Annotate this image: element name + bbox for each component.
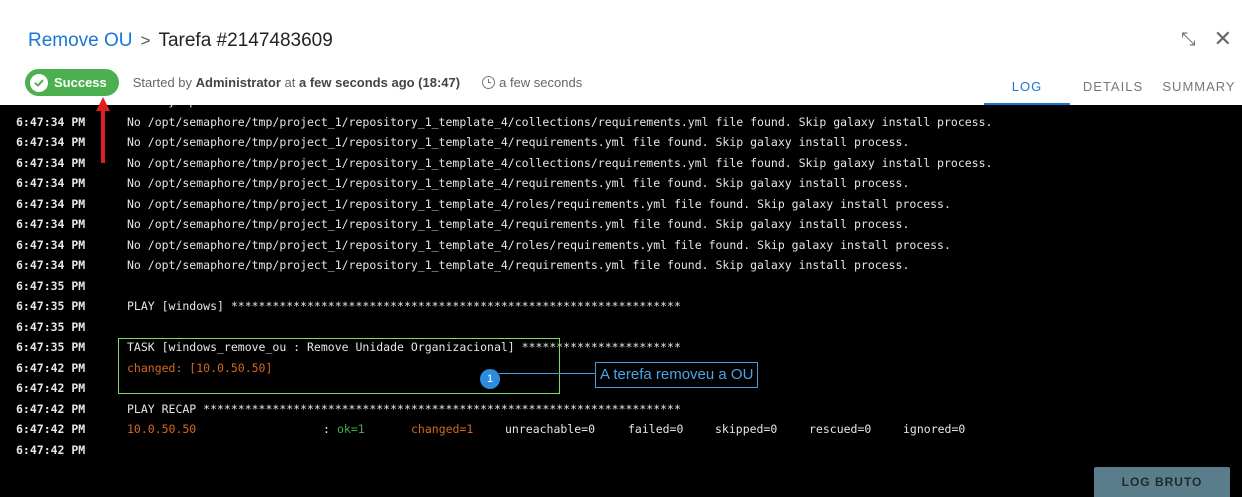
status-badge-label: Success: [54, 75, 107, 90]
log-timestamp: 6:47:34 PM: [16, 135, 86, 149]
log-timestamp: 6:47:34 PM: [16, 155, 86, 170]
log-line: 6:47:34 PM No /opt/semaphore/tmp/project_…: [0, 255, 1242, 276]
recap-host: 10.0.50.50: [127, 422, 197, 436]
tab-details[interactable]: DETAILS: [1070, 68, 1156, 105]
template-link[interactable]: Remove OU: [28, 30, 133, 52]
log-message: No /opt/semaphore/tmp/project_1/reposito…: [127, 135, 910, 149]
log-message: No /opt/semaphore/tmp/project_1/reposito…: [127, 155, 993, 170]
recap-ok: ok=1: [337, 422, 365, 436]
close-icon[interactable]: ✕: [1214, 28, 1232, 50]
log-message: No /opt/semaphore/tmp/project_1/reposito…: [127, 114, 993, 129]
log-line: 6:47:42 PM: [0, 440, 1242, 461]
callout-label: A terefa removeu a OU: [595, 362, 759, 388]
started-prefix: Started by: [132, 75, 193, 90]
tab-log[interactable]: LOG: [984, 68, 1070, 105]
log-timestamp: 6:47:42 PM: [16, 442, 86, 457]
task-status-row: Success Started by Administrator at a fe…: [25, 69, 582, 96]
log-message: No /opt/semaphore/tmp/project_1/reposito…: [127, 196, 951, 211]
log-timestamp: 6:47:35 PM: [16, 319, 86, 334]
log-line: 6:47:34 PM No /opt/semaphore/tmp/project_…: [0, 214, 1242, 235]
log-timestamp: 6:47:35 PM: [16, 278, 86, 293]
window-controls: ⤡ ✕: [1181, 28, 1232, 50]
callout-number-badge: 1: [480, 369, 500, 389]
log-line: 6:47:42 PM PLAY RECAP *******************…: [0, 399, 1242, 420]
recap-separator: :: [323, 422, 330, 436]
log-timestamp: 6:47:34 PM: [16, 258, 86, 272]
recap-stats: 10.0.50.50: ok=1 changed=1 unreachable=0 fai…: [127, 419, 965, 440]
duration-info: a few seconds: [482, 75, 582, 90]
duration-text: a few seconds: [499, 75, 583, 90]
log-line: 6:47:34 PM No /opt/semaphore/tmp/project_…: [0, 235, 1242, 256]
recap-ignored: ignored=0: [903, 422, 966, 436]
recap-rescued: rescued=0: [809, 422, 872, 436]
recap-changed: changed=1: [411, 422, 474, 436]
clock-icon: [482, 76, 496, 89]
red-arrow-annotation: [96, 97, 110, 163]
log-line: 6:47:34 PM No /opt/semaphore/tmp/project_…: [0, 132, 1242, 153]
page-title: Remove OU > Tarefa #2147483609: [28, 30, 333, 52]
log-message: PLAY RECAP *****************************…: [127, 401, 681, 416]
log-timestamp: 6:47:35 PM: [16, 340, 86, 354]
log-timestamp: 6:47:35 PM: [16, 299, 86, 313]
log-lines: 6:47:34 PMAlready up to date.6:47:34 PMN…: [0, 105, 1242, 460]
log-timestamp: 6:47:42 PM: [16, 422, 86, 436]
check-icon: [30, 73, 48, 92]
raw-log-button[interactable]: LOG BRUTO: [1094, 467, 1230, 497]
started-at: at: [284, 75, 296, 90]
tab-summary[interactable]: SUMMARY: [1156, 68, 1242, 105]
started-user: Administrator: [195, 75, 281, 90]
log-message: PLAY [windows] *************************…: [127, 299, 681, 313]
log-timestamp: 6:47:34 PM: [16, 114, 86, 129]
dialog-header: Remove OU > Tarefa #2147483609 ⤡ ✕ Succe…: [0, 0, 1242, 105]
log-line: 6:47:34 PM No /opt/semaphore/tmp/project_…: [0, 112, 1242, 133]
log-line: 6:47:34 PM No /opt/semaphore/tmp/project_…: [0, 173, 1242, 194]
collapse-icon[interactable]: ⤡: [1181, 30, 1195, 48]
log-timestamp: 6:47:42 PM: [16, 401, 86, 416]
log-message: No /opt/semaphore/tmp/project_1/reposito…: [127, 237, 951, 252]
started-time: a few seconds ago (18:47): [298, 75, 461, 90]
log-timestamp: 6:47:42 PM: [16, 381, 86, 395]
recap-unreachable: unreachable=0: [505, 422, 596, 436]
log-message: No /opt/semaphore/tmp/project_1/reposito…: [127, 176, 910, 190]
log-line: 6:47:35 PM PLAY [windows] ***************…: [0, 296, 1242, 317]
log-timestamp: 6:47:42 PM: [16, 360, 86, 375]
log-line: 6:47:35 PM: [0, 317, 1242, 338]
status-badge: Success: [25, 69, 119, 96]
breadcrumb-separator: >: [140, 31, 151, 50]
callout-connector: [499, 373, 596, 374]
log-timestamp: 6:47:34 PM: [16, 217, 86, 231]
recap-skipped: skipped=0: [715, 422, 778, 436]
log-line: 6:47:34 PM No /opt/semaphore/tmp/project_…: [0, 194, 1242, 215]
log-line-recap: 6:47:42 PM 10.0.50.50: ok=1 changed=1 unreac…: [0, 419, 1242, 440]
log-timestamp: 6:47:34 PM: [16, 176, 86, 190]
log-message: No /opt/semaphore/tmp/project_1/reposito…: [127, 217, 910, 231]
log-timestamp: 6:47:34 PM: [16, 196, 86, 211]
log-terminal[interactable]: 6:47:34 PMAlready up to date.6:47:34 PMN…: [0, 105, 1242, 497]
tab-bar: LOG DETAILS SUMMARY: [984, 68, 1242, 105]
log-line: 6:47:35 PM: [0, 276, 1242, 297]
task-title: Tarefa #2147483609: [158, 30, 333, 51]
started-info: Started by Administrator at a few second…: [133, 75, 460, 90]
log-timestamp: 6:47:34 PM: [16, 237, 86, 252]
recap-failed: failed=0: [628, 422, 684, 436]
log-message: No /opt/semaphore/tmp/project_1/reposito…: [127, 258, 910, 272]
log-line: 6:47:34 PM No /opt/semaphore/tmp/project_…: [0, 153, 1242, 174]
